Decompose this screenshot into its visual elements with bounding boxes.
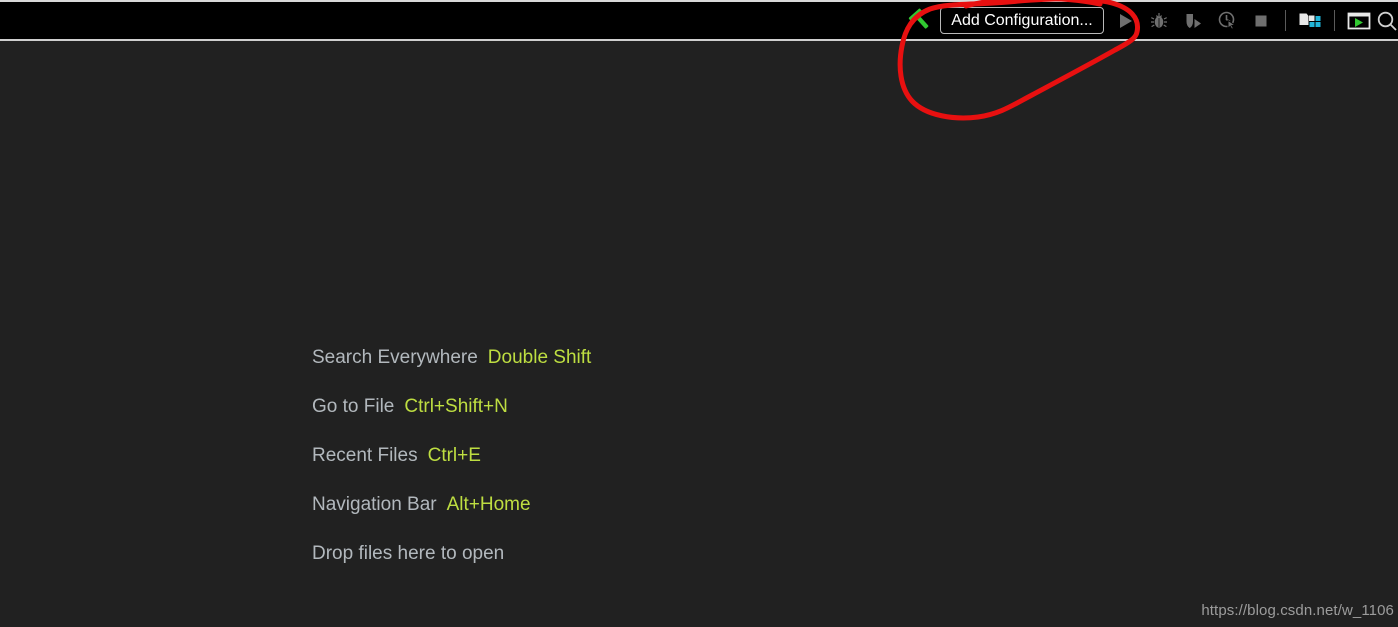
hint-row-navigation-bar[interactable]: Navigation Bar Alt+Home bbox=[312, 480, 591, 529]
hint-label: Navigation Bar bbox=[312, 493, 437, 515]
hint-shortcut: Ctrl+E bbox=[427, 444, 481, 466]
watermark-url: https://blog.csdn.net/w_1106 bbox=[1201, 602, 1394, 619]
toolbar-separator bbox=[1285, 10, 1286, 31]
stop-square-icon[interactable] bbox=[1244, 2, 1278, 39]
toolbar-right-group: Add Configuration... bbox=[904, 2, 1398, 39]
hint-row-drop-files: Drop files here to open bbox=[312, 529, 591, 578]
hammer-build-icon[interactable] bbox=[904, 2, 938, 39]
add-configuration-button[interactable]: Add Configuration... bbox=[940, 7, 1104, 34]
hint-row-search-everywhere[interactable]: Search Everywhere Double Shift bbox=[312, 333, 591, 382]
search-magnifier-icon[interactable] bbox=[1376, 2, 1398, 39]
hint-label: Drop files here to open bbox=[312, 542, 505, 564]
project-structure-folder-icon[interactable] bbox=[1293, 2, 1327, 39]
toolbar-separator-2 bbox=[1334, 10, 1335, 31]
debug-bug-icon[interactable] bbox=[1142, 2, 1176, 39]
hint-label: Go to File bbox=[312, 395, 395, 417]
hint-row-go-to-file[interactable]: Go to File Ctrl+Shift+N bbox=[312, 382, 591, 431]
hint-shortcut: Double Shift bbox=[487, 346, 592, 368]
run-window-icon[interactable] bbox=[1342, 2, 1376, 39]
profiler-clock-icon[interactable] bbox=[1210, 2, 1244, 39]
ide-window: Add Configuration... Search Everywhere D… bbox=[0, 0, 1398, 627]
run-with-coverage-icon[interactable] bbox=[1176, 2, 1210, 39]
main-toolbar: Add Configuration... bbox=[0, 2, 1398, 39]
run-play-icon[interactable] bbox=[1108, 2, 1142, 39]
hint-shortcut: Alt+Home bbox=[446, 493, 531, 515]
hint-label: Search Everywhere bbox=[312, 346, 478, 368]
empty-editor-hints: Search Everywhere Double Shift Go to Fil… bbox=[312, 333, 591, 578]
editor-empty-area: Search Everywhere Double Shift Go to Fil… bbox=[0, 41, 1398, 627]
hint-row-recent-files[interactable]: Recent Files Ctrl+E bbox=[312, 431, 591, 480]
hint-shortcut: Ctrl+Shift+N bbox=[404, 395, 508, 417]
hint-label: Recent Files bbox=[312, 444, 418, 466]
